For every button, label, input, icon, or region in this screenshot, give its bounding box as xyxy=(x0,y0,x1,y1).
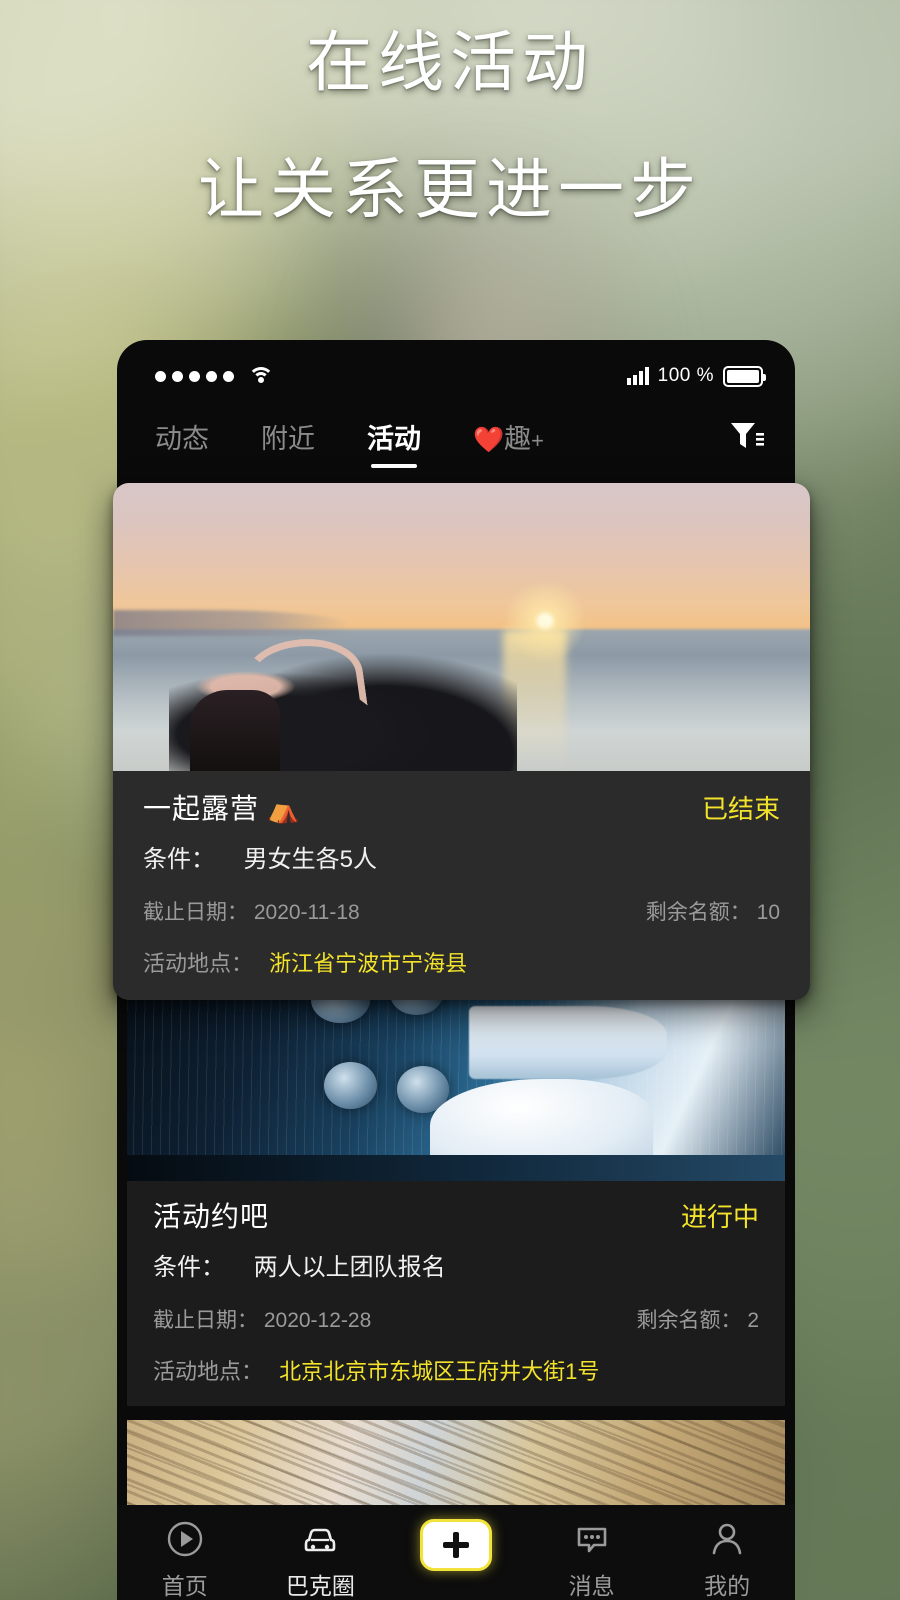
chat-bubble-icon xyxy=(572,1517,612,1561)
headline-line-1: 在线活动 xyxy=(306,25,594,99)
plus-icon: + xyxy=(531,428,544,453)
person-icon xyxy=(708,1517,746,1561)
add-button[interactable] xyxy=(419,1519,492,1571)
car-icon xyxy=(299,1517,341,1561)
tab-qu-label: 趣 xyxy=(504,424,532,454)
nav-label-home: 首页 xyxy=(161,1573,208,1599)
deadline-value: 2020-11-18 xyxy=(253,901,360,924)
wifi-icon xyxy=(248,366,274,386)
screenshot-stage: 在线活动 让关系更进一步 100 % 动态 附近 活动 ❤️趣+ 活动约吧 进行… xyxy=(0,0,900,1600)
filter-funnel-icon[interactable] xyxy=(729,419,765,470)
condition-value: 男女生各5人 xyxy=(243,846,378,873)
deadline-label: 截止日期： xyxy=(153,1309,258,1332)
signal-bars-icon xyxy=(626,367,649,385)
table-row[interactable]: 活动约吧 进行中 条件： 两人以上团队报名 截止日期： 2020-12-28 剩… xyxy=(127,968,785,1406)
top-tab-bar: 动态 附近 活动 ❤️趣+ xyxy=(117,398,795,470)
tab-dongtai[interactable]: 动态 xyxy=(155,417,209,470)
deadline-label: 截止日期： xyxy=(143,901,248,924)
activity-title: 活动约吧 xyxy=(153,1201,270,1232)
deadline-value: 2020-12-28 xyxy=(263,1309,372,1332)
battery-full-icon xyxy=(723,365,766,387)
location-value: 浙江省宁波市宁海县 xyxy=(269,951,468,976)
location-label: 活动地点： xyxy=(143,951,254,976)
nav-item-profile[interactable]: 我的 xyxy=(659,1517,795,1600)
nav-label-messages: 消息 xyxy=(568,1573,615,1599)
activity-title-text: 一起露营 xyxy=(143,793,260,824)
headline-line-2: 让关系更进一步 xyxy=(198,152,702,227)
nav-label-profile: 我的 xyxy=(704,1573,751,1599)
sunset-ocean-photo xyxy=(113,483,810,771)
featured-activity-card[interactable]: 一起露营 ⛺ 已结束 条件： 男女生各5人 截止日期： 2020-11-18 剩余… xyxy=(113,483,810,1000)
condition-label: 条件： xyxy=(143,846,215,873)
remaining-label: 剩余名额： xyxy=(645,901,751,924)
remaining-value: 10 xyxy=(756,901,780,924)
play-circle-icon xyxy=(166,1517,204,1561)
location-label: 活动地点： xyxy=(153,1359,264,1384)
heart-icon: ❤️ xyxy=(473,426,505,454)
tab-huodong[interactable]: 活动 xyxy=(367,417,421,470)
activity-title: 一起露营 ⛺ xyxy=(143,787,300,827)
nav-label-bakequan: 巴克圈 xyxy=(285,1573,355,1599)
remaining-value: 2 xyxy=(747,1309,759,1332)
nav-item-bakequan[interactable]: 巴克圈 xyxy=(253,1517,389,1600)
battery-percent-label: 100 % xyxy=(657,365,714,386)
status-badge: 已结束 xyxy=(701,793,780,824)
plus-icon xyxy=(442,1532,469,1558)
condition-value: 两人以上团队报名 xyxy=(253,1254,446,1281)
condition-label: 条件： xyxy=(153,1254,225,1281)
nav-item-home[interactable]: 首页 xyxy=(117,1517,253,1600)
tab-fujin[interactable]: 附近 xyxy=(261,417,315,470)
remaining-label: 剩余名额： xyxy=(636,1309,742,1332)
nav-item-add[interactable] xyxy=(388,1517,524,1571)
carrier-dots-icon xyxy=(155,370,234,382)
location-value: 北京北京市东城区王府井大街1号 xyxy=(279,1359,600,1384)
status-bar: 100 % xyxy=(117,340,795,398)
nav-item-messages[interactable]: 消息 xyxy=(524,1517,660,1600)
bottom-navigation-bar: 首页 巴克圈 消息 我的 xyxy=(117,1505,795,1600)
status-badge: 进行中 xyxy=(680,1201,759,1232)
page-title: 在线活动 让关系更进一步 xyxy=(0,25,900,227)
tab-qu-plus[interactable]: ❤️趣+ xyxy=(473,417,544,470)
tent-icon: ⛺ xyxy=(267,794,301,824)
